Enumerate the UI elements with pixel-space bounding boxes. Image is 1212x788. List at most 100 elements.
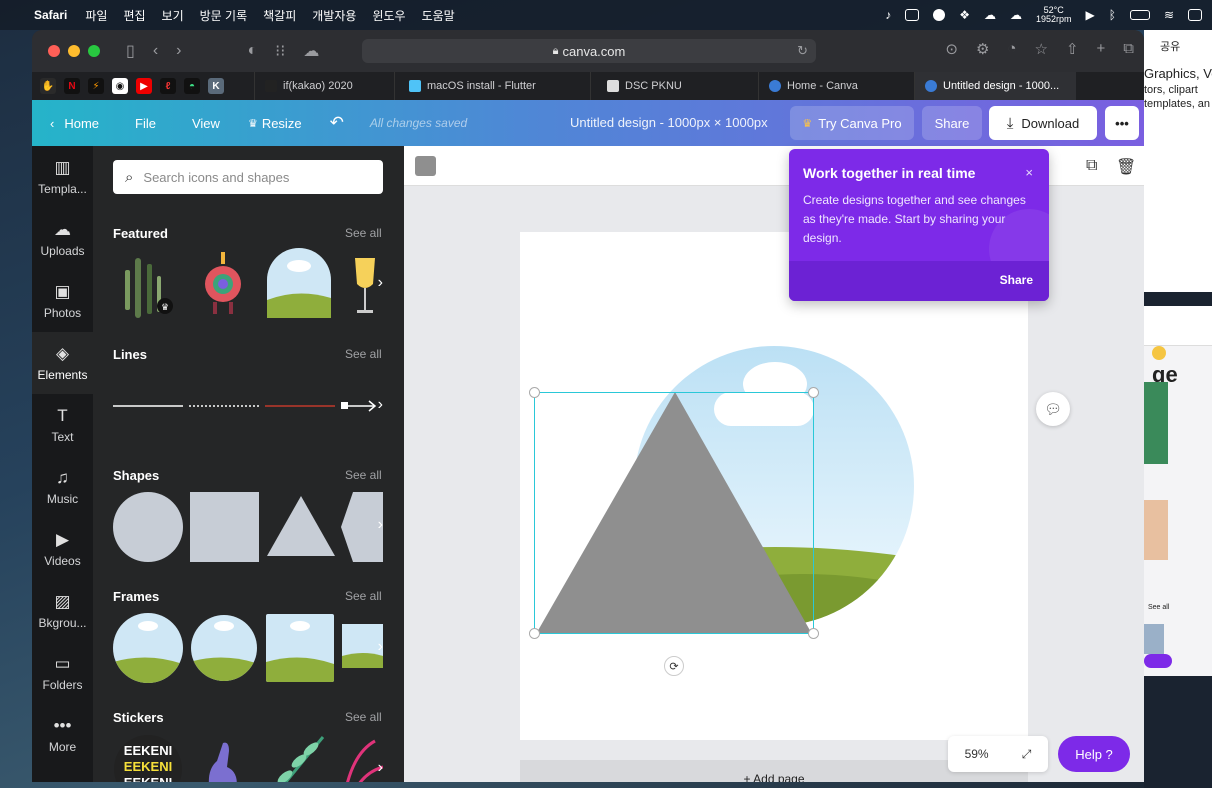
tab-dsc[interactable]: DSC PKNU — [590, 72, 758, 100]
nav-folders[interactable]: ▭ Folders — [32, 642, 93, 704]
chevron-right-icon[interactable]: › — [378, 274, 383, 292]
minimize-window-button[interactable] — [68, 45, 80, 57]
dropbox-icon[interactable]: ❖ — [959, 8, 970, 22]
chevron-right-icon[interactable]: › — [378, 759, 383, 777]
tab-untitled-design[interactable]: Untitled design - 1000... — [914, 72, 1076, 100]
address-bar[interactable]: 🔒︎ canva.com ↻ — [362, 39, 816, 63]
frame-thumbnails[interactable] — [113, 612, 383, 684]
see-all-shapes[interactable]: See all — [345, 468, 382, 482]
see-all-lines[interactable]: See all — [345, 347, 382, 361]
chat-icon[interactable] — [933, 9, 946, 21]
nav-backgrounds[interactable]: ▨ Bkgrou... — [32, 580, 93, 642]
file-menu[interactable]: File — [121, 100, 170, 146]
tab-overview-icon[interactable]: ⧉ — [1123, 40, 1134, 58]
more-options-button[interactable]: ••• — [1105, 106, 1139, 140]
shape-thumbnails[interactable] — [113, 490, 383, 562]
pinned-tab-1[interactable]: ✋ — [40, 78, 56, 94]
resize-handle-tl[interactable] — [529, 387, 540, 398]
duplicate-icon[interactable]: ⧉ — [1086, 157, 1097, 175]
pinned-tab-8[interactable]: K — [208, 78, 224, 94]
undo-button[interactable]: ↶ — [316, 100, 358, 146]
download-button[interactable]: ⤓ Download — [989, 106, 1097, 140]
sidebar-icon[interactable]: ▯ — [126, 41, 135, 61]
menu-help[interactable]: 도움말 — [422, 7, 455, 24]
pinned-tab-netflix[interactable]: N — [64, 78, 80, 94]
nav-music[interactable]: ♫ Music — [32, 456, 93, 518]
trash-icon[interactable]: 🗑︎ — [1116, 157, 1136, 177]
play-icon[interactable]: ▶ — [1086, 8, 1095, 22]
nav-elements[interactable]: ◈ Elements — [32, 332, 93, 394]
screen-icon[interactable] — [905, 9, 920, 21]
control-center-icon[interactable] — [1188, 9, 1202, 21]
tab-home-canva[interactable]: Home - Canva — [758, 72, 914, 100]
pinned-tab-3[interactable]: ⚡ — [88, 78, 104, 94]
view-menu[interactable]: View — [178, 100, 234, 146]
menu-view[interactable]: 보기 — [162, 7, 184, 24]
see-all-featured[interactable]: See all — [345, 226, 382, 240]
selection-box[interactable] — [529, 387, 819, 639]
try-canva-pro-button[interactable]: ♛ Try Canva Pro — [790, 106, 914, 140]
close-window-button[interactable] — [48, 45, 60, 57]
nav-more[interactable]: ••• More — [32, 704, 93, 766]
chevron-right-icon[interactable]: › — [378, 516, 383, 534]
bookmark-star-icon[interactable]: ☆ — [1034, 40, 1047, 58]
menu-edit[interactable]: 편집 — [123, 7, 145, 24]
bell-icon[interactable]: ♪ — [885, 8, 891, 22]
close-icon[interactable]: × — [1025, 165, 1033, 180]
forward-icon[interactable]: › — [176, 42, 181, 60]
menu-history[interactable]: 방문 기록 — [200, 7, 248, 24]
pinned-tab-github[interactable]: ◉ — [112, 78, 128, 94]
resize-button[interactable]: ♛ Resize — [234, 100, 316, 146]
new-tab-icon[interactable]: + — [1097, 40, 1106, 58]
featured-thumbnails[interactable]: ♛ — [113, 248, 383, 320]
sticker-thumbnails[interactable]: EEKENI EEKENI EEKENI — [113, 733, 384, 782]
rotate-handle[interactable]: ⟳ — [664, 656, 684, 676]
menu-window[interactable]: 윈도우 — [372, 7, 405, 24]
shield-icon[interactable]: ◐ — [247, 42, 257, 60]
zoom-level[interactable]: 59% — [965, 747, 989, 761]
popover-share-button[interactable]: Share — [1000, 273, 1033, 287]
design-title[interactable]: Untitled design - 1000px × 1000px — [570, 115, 768, 130]
fullscreen-icon[interactable]: ⤢ — [1022, 747, 1032, 762]
wifi-icon[interactable]: ≋ — [1164, 8, 1174, 22]
nav-uploads[interactable]: ☁ Uploads — [32, 208, 93, 270]
home-button[interactable]: ‹ Home — [32, 100, 113, 146]
resize-handle-br[interactable] — [808, 628, 819, 639]
see-all-frames[interactable]: See all — [345, 589, 382, 603]
line-thumbnails[interactable] — [113, 370, 383, 442]
tab-kakao[interactable]: if(kakao) 2020 — [254, 72, 394, 100]
menu-app-name[interactable]: Safari — [34, 8, 67, 22]
search-input[interactable]: ⌕ Search icons and shapes — [113, 160, 383, 194]
menu-develop[interactable]: 개발자용 — [312, 7, 356, 24]
resize-handle-bl[interactable] — [529, 628, 540, 639]
share-button[interactable]: Share — [922, 106, 982, 140]
nav-videos[interactable]: ▶ Videos — [32, 518, 93, 580]
menu-bookmarks[interactable]: 책갈피 — [263, 7, 296, 24]
chevron-right-icon[interactable]: › — [378, 396, 383, 414]
chevron-right-icon[interactable]: › — [378, 638, 383, 656]
cloud-icon[interactable]: ☁ — [1010, 8, 1022, 22]
tab-flutter[interactable]: macOS install - Flutter — [394, 72, 590, 100]
pinned-tab-android[interactable]: ◓ — [184, 78, 200, 94]
cloud-upload-icon[interactable]: ☁ — [984, 8, 996, 22]
nav-text[interactable]: T Text — [32, 394, 93, 456]
download-icon[interactable]: ⊙ — [945, 40, 958, 58]
fill-color-swatch[interactable] — [415, 156, 436, 176]
nav-templates[interactable]: ▥ Templa... — [32, 146, 93, 208]
settings-icon[interactable]: ⚙ — [976, 40, 989, 58]
add-comment-button[interactable]: 💬︎ — [1036, 392, 1070, 426]
see-all-stickers[interactable]: See all — [345, 710, 382, 724]
resize-handle-tr[interactable] — [808, 387, 819, 398]
grid-icon[interactable]: ⁝⁝ — [275, 41, 285, 61]
battery-icon[interactable] — [1129, 10, 1150, 20]
temp-readout[interactable]: 52°C 1952rpm — [1036, 6, 1072, 24]
help-button[interactable]: Help ? — [1058, 736, 1130, 772]
pinned-tab-youtube[interactable]: ▶ — [136, 78, 152, 94]
zoom-window-button[interactable] — [88, 45, 100, 57]
reload-icon[interactable]: ↻ — [797, 43, 808, 59]
history-icon[interactable]: ◔ — [1007, 40, 1016, 58]
icloud-icon[interactable]: ☁ — [303, 41, 319, 61]
design-page[interactable]: ⟳ — [520, 232, 1028, 740]
menu-file[interactable]: 파일 — [85, 7, 107, 24]
nav-photos[interactable]: ▣ Photos — [32, 270, 93, 332]
